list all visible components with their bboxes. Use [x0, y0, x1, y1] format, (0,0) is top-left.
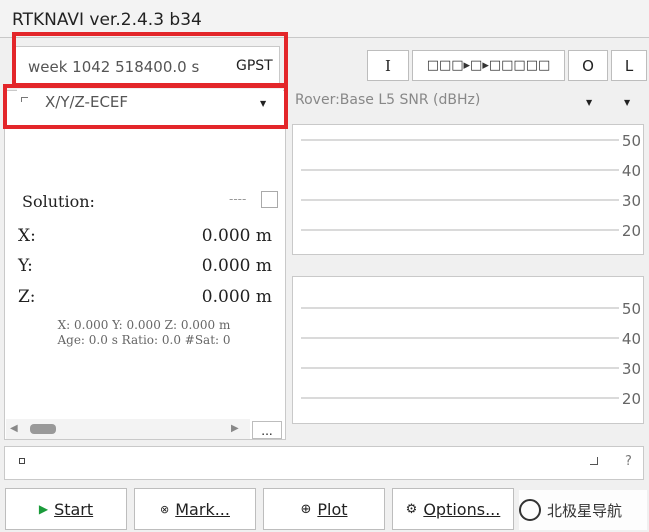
- input-stream-button[interactable]: I: [367, 50, 409, 81]
- solution-label: Solution:: [22, 192, 95, 211]
- status-indicator-icon: [19, 458, 25, 464]
- output-stream-button[interactable]: O: [568, 50, 608, 81]
- snr-chart-top: 50 40 30 20: [292, 124, 644, 255]
- start-button-label: Start: [54, 499, 94, 519]
- y-tick-label: 20: [622, 390, 641, 408]
- chart-source-dropdown-icon[interactable]: ▼: [624, 98, 630, 107]
- status-bar: [4, 446, 644, 480]
- help-icon[interactable]: ?: [625, 454, 632, 469]
- row-y-label: Y:: [18, 256, 33, 276]
- y-tick-label: 30: [622, 192, 641, 210]
- time-highlight-box: [12, 32, 288, 87]
- plot-button[interactable]: ⊕ Plot: [263, 488, 385, 530]
- scroll-left-icon[interactable]: ◀: [10, 423, 18, 434]
- more-button[interactable]: ...: [252, 421, 282, 439]
- y-tick-label: 30: [622, 360, 641, 378]
- chart-type-dropdown-icon[interactable]: ▼: [586, 98, 592, 107]
- options-button-label: Options...: [423, 499, 501, 519]
- play-icon: ▶: [38, 502, 49, 516]
- y-tick-label: 40: [622, 330, 641, 348]
- snr-chart-top-plot: 50 40 30 20: [301, 132, 641, 240]
- y-tick-label: 40: [622, 162, 641, 180]
- start-button[interactable]: ▶ Start: [5, 488, 127, 530]
- scroll-right-icon[interactable]: ▶: [231, 423, 239, 434]
- watermark: 北极星导航: [519, 490, 647, 530]
- options-button[interactable]: ⚙ Options...: [392, 488, 514, 530]
- row-z-value: 0.000 m: [201, 287, 272, 307]
- mark-icon: ⊗: [160, 502, 170, 516]
- log-stream-button[interactable]: L: [611, 50, 647, 81]
- row-z-label: Z:: [18, 287, 36, 307]
- row-x-label: X:: [18, 226, 36, 246]
- y-tick-label: 50: [622, 300, 641, 318]
- y-tick-label: 20: [622, 222, 641, 240]
- window-title: RTKNAVI ver.2.4.3 b34: [12, 10, 202, 30]
- wechat-logo-icon: [519, 499, 541, 521]
- mark-button-label: Mark...: [175, 499, 230, 519]
- plot-icon: ⊕: [300, 501, 312, 517]
- solution-status-indicator: [261, 191, 278, 208]
- gear-icon: ⚙: [405, 501, 418, 517]
- row-y-value: 0.000 m: [201, 256, 272, 276]
- solution-status: ----: [229, 192, 247, 206]
- snr-chart-bottom-plot: 50 40 30 20: [301, 300, 641, 408]
- row-x-value: 0.000 m: [201, 226, 272, 246]
- resize-grip-icon: [590, 457, 598, 465]
- watermark-text: 北极星导航: [547, 501, 623, 520]
- solution-summary-line1: X: 0.000 Y: 0.000 Z: 0.000 m: [57, 318, 231, 332]
- y-tick-label: 50: [622, 132, 641, 150]
- chart-title: Rover:Base L5 SNR (dBHz): [295, 92, 481, 108]
- stream-status-indicator: □□□▸□▸□□□□□: [412, 50, 565, 81]
- plot-button-label: Plot: [317, 499, 348, 519]
- snr-chart-bottom: 50 40 30 20: [292, 276, 644, 424]
- coord-highlight-box: [3, 84, 288, 129]
- scroll-thumb[interactable]: [30, 424, 56, 434]
- mark-button[interactable]: ⊗ Mark...: [134, 488, 256, 530]
- solution-summary-line2: Age: 0.0 s Ratio: 0.0 #Sat: 0: [57, 333, 231, 347]
